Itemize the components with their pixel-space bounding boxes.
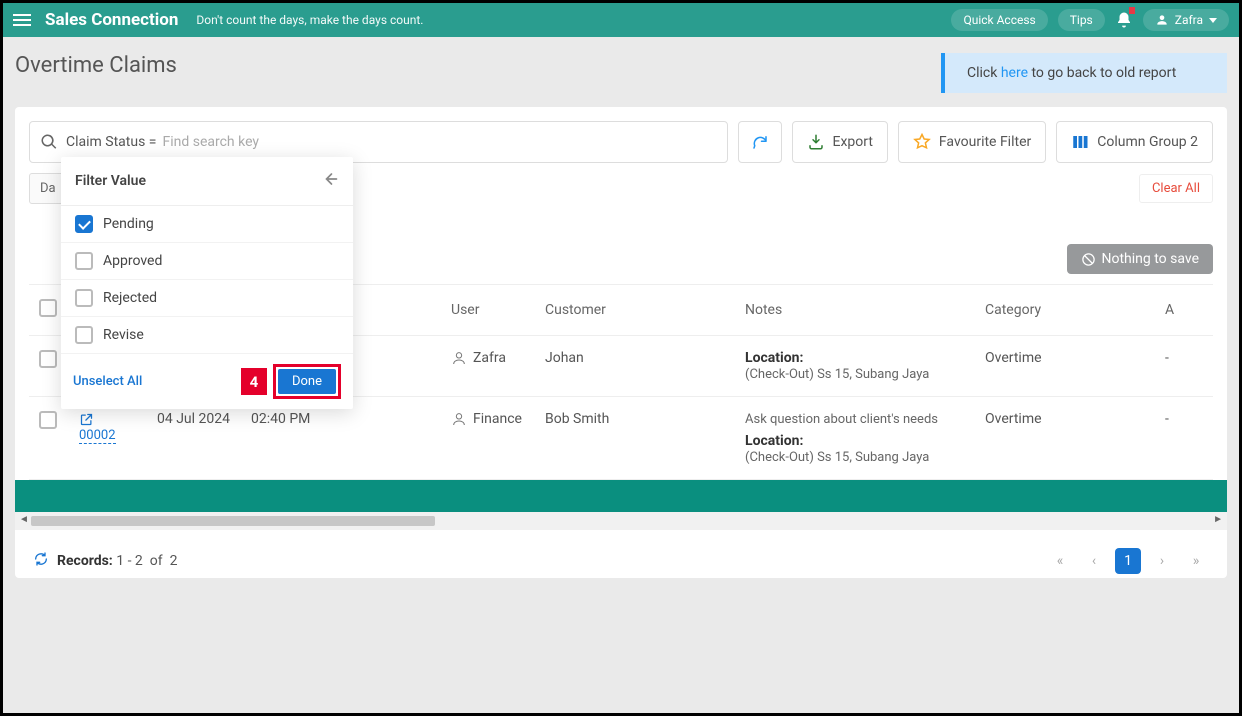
user-menu[interactable]: Zafra [1143, 9, 1229, 31]
scroll-left-icon[interactable]: ◄ [19, 514, 29, 525]
records-label: Records: 1 - 2 of 2 [57, 553, 177, 569]
nothing-to-save-badge: Nothing to save [1067, 244, 1214, 274]
filter-back-button[interactable] [319, 169, 339, 193]
filter-option-approved[interactable]: Approved [61, 243, 353, 280]
search-icon [40, 133, 58, 151]
horizontal-scrollbar[interactable]: ◄ ► [15, 512, 1227, 530]
page-title: Overtime Claims [15, 53, 177, 78]
external-link-icon[interactable] [79, 412, 94, 427]
search-input[interactable] [162, 134, 716, 150]
done-highlight: Done [273, 364, 341, 399]
back-link[interactable]: here [1001, 65, 1028, 81]
tagline: Don't count the days, make the days coun… [196, 13, 423, 27]
tips-button[interactable]: Tips [1058, 9, 1105, 31]
back-banner: Click here to go back to old report [941, 53, 1227, 93]
pager-first[interactable]: « [1047, 548, 1073, 574]
scrollbar-thumb[interactable] [31, 516, 435, 526]
checkbox-icon[interactable] [75, 252, 93, 270]
columns-icon [1071, 133, 1089, 151]
seq-link[interactable]: 00002 [79, 428, 116, 444]
export-button[interactable]: Export [792, 121, 888, 163]
filter-option-rejected[interactable]: Rejected [61, 280, 353, 317]
favourite-filter-button[interactable]: Favourite Filter [898, 121, 1046, 163]
pager-next[interactable]: › [1149, 548, 1175, 574]
main-card: Claim Status = Export Favourite Filter C… [15, 107, 1227, 578]
filter-value-popup: Filter Value Pending Approved Rejected [61, 157, 353, 409]
prohibit-icon [1081, 252, 1096, 267]
unselect-all-link[interactable]: Unselect All [73, 374, 142, 389]
pager-page-1[interactable]: 1 [1115, 548, 1141, 574]
search-filter-label: Claim Status = [66, 134, 156, 150]
row-checkbox[interactable] [39, 411, 57, 429]
person-icon [451, 350, 467, 366]
checkbox-checked-icon[interactable] [75, 215, 93, 233]
row-checkbox[interactable] [39, 350, 57, 368]
brand-title: Sales Connection [45, 10, 178, 30]
hamburger-icon[interactable] [13, 14, 31, 26]
col-last: A [1155, 285, 1213, 336]
caret-down-icon [1209, 18, 1217, 23]
pager-last[interactable]: » [1183, 548, 1209, 574]
done-button[interactable]: Done [278, 369, 336, 394]
checkbox-icon[interactable] [75, 289, 93, 307]
download-icon [807, 133, 825, 151]
sync-icon[interactable] [33, 551, 49, 571]
scroll-right-icon[interactable]: ► [1213, 514, 1223, 525]
select-all-checkbox[interactable] [39, 299, 57, 317]
pager-prev[interactable]: ‹ [1081, 548, 1107, 574]
filter-option-pending[interactable]: Pending [61, 206, 353, 243]
refresh-button[interactable] [738, 121, 782, 163]
notification-dot [1129, 7, 1135, 14]
person-icon [451, 411, 467, 427]
col-customer: Customer [535, 285, 735, 336]
user-name: Zafra [1175, 13, 1203, 27]
callout-number: 4 [241, 368, 267, 395]
col-user: User [441, 285, 535, 336]
summary-strip [15, 480, 1227, 512]
col-category: Category [975, 285, 1155, 336]
refresh-icon [751, 133, 769, 151]
filter-popup-title: Filter Value [75, 173, 146, 189]
bell-icon[interactable] [1115, 11, 1133, 29]
clear-all-button[interactable]: Clear All [1139, 174, 1213, 203]
col-notes: Notes [735, 285, 975, 336]
filter-option-revise[interactable]: Revise [61, 317, 353, 354]
checkbox-icon[interactable] [75, 326, 93, 344]
quick-access-button[interactable]: Quick Access [951, 9, 1047, 31]
star-icon [913, 133, 931, 151]
column-group-button[interactable]: Column Group 2 [1056, 121, 1213, 163]
topbar: Sales Connection Don't count the days, m… [3, 3, 1239, 37]
pager: « ‹ 1 › » [1047, 548, 1209, 574]
